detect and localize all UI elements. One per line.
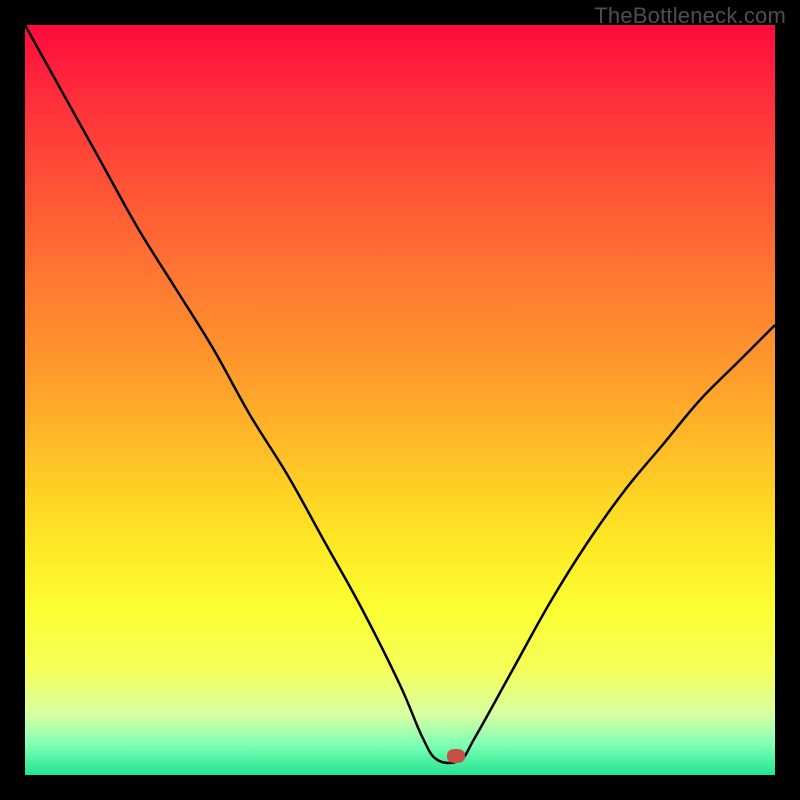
curve-path <box>25 25 775 763</box>
minimum-marker <box>447 749 465 763</box>
chart-frame: TheBottleneck.com <box>0 0 800 800</box>
plot-area <box>25 25 775 775</box>
watermark-text: TheBottleneck.com <box>594 3 786 29</box>
bottleneck-curve <box>25 25 775 775</box>
